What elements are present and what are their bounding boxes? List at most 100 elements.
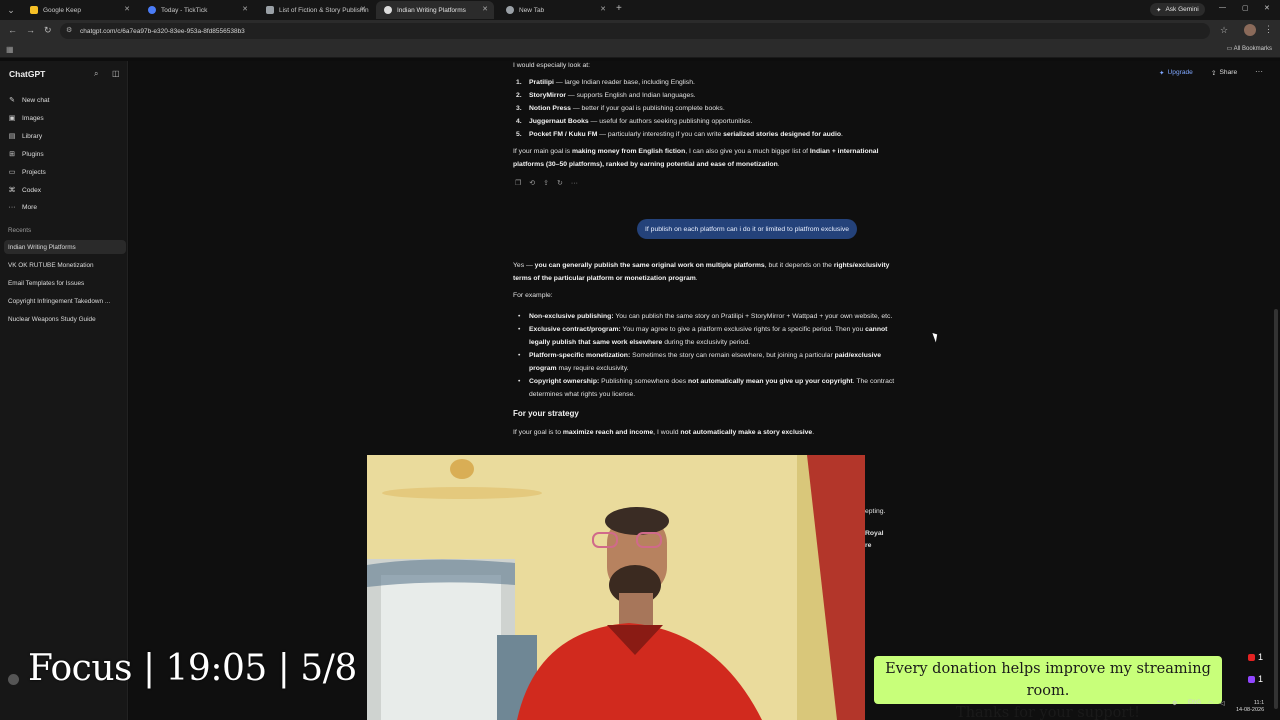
search-icon[interactable]: ⌕ <box>94 69 98 79</box>
back-icon[interactable]: ← <box>8 25 17 35</box>
tab-google-keep[interactable]: Google Keep ✕ <box>22 1 136 19</box>
list-item: Platform-specific monetization: Sometime… <box>513 349 903 375</box>
minimize-icon[interactable]: — <box>1219 4 1226 11</box>
menu-kebab-icon[interactable]: ⋮ <box>1264 24 1273 35</box>
upgrade-button[interactable]: ✦ Upgrade <box>1159 69 1193 77</box>
forward-icon[interactable]: → <box>26 25 35 35</box>
image-icon: ▣ <box>8 115 16 122</box>
platform-name: Juggernaut Books <box>529 118 589 125</box>
focus-timer-overlay: Focus | 19:05 | 5/8 <box>28 648 357 689</box>
platform-desc: — supports English and Indian languages. <box>566 92 696 99</box>
library-icon: ▤ <box>8 133 16 140</box>
text-run: . <box>812 429 815 436</box>
ask-gemini-button[interactable]: ✦ Ask Gemini <box>1150 3 1205 16</box>
bookmarks-bar: ▦ ▭ All Bookmarks <box>0 42 1280 58</box>
volume-icon[interactable]: ◁ <box>1220 700 1225 707</box>
tab-ticktick[interactable]: Today - TickTick ✕ <box>140 1 254 19</box>
new-tab-button[interactable]: + <box>616 3 622 14</box>
dots-icon: ··· <box>8 204 16 211</box>
reload-icon[interactable]: ↻ <box>44 25 52 36</box>
text-emphasis: making money from English fiction <box>571 148 686 155</box>
site-info-icon[interactable]: ⚙ <box>66 26 72 34</box>
avatar[interactable] <box>8 674 19 685</box>
list-number: 1. <box>516 79 522 86</box>
tray-chevron-icon[interactable]: ⌃ <box>1156 700 1161 707</box>
share-label: Share <box>1219 69 1238 76</box>
share-button[interactable]: ⇪ Share <box>1211 69 1237 77</box>
sidebar-item-label: Projects <box>22 168 46 176</box>
platform-list: 1. Pratilipi — large Indian reader base, … <box>513 76 903 141</box>
regenerate-icon[interactable]: ↻ <box>557 177 563 190</box>
recent-chat-item[interactable]: Indian Writing Platforms <box>4 240 126 254</box>
list-number: 2. <box>516 92 522 99</box>
bookmark-star-icon[interactable]: ☆ <box>1220 25 1228 36</box>
close-window-icon[interactable]: ✕ <box>1264 4 1270 12</box>
settings-icon[interactable]: ⚙ <box>1172 700 1177 707</box>
close-icon[interactable]: ✕ <box>360 5 366 13</box>
close-icon[interactable]: ✕ <box>600 5 606 13</box>
maximize-icon[interactable]: ▢ <box>1242 4 1249 12</box>
youtube-counter: 1 <box>1248 652 1263 662</box>
app-title[interactable]: ChatGPT <box>9 69 45 79</box>
webcam-feed <box>367 455 865 720</box>
close-icon[interactable]: ✕ <box>124 5 130 13</box>
copy-icon[interactable]: ❐ <box>515 177 521 190</box>
close-icon[interactable]: ✕ <box>482 5 488 13</box>
codex-icon: ⌘ <box>8 187 16 194</box>
bullet-text: may require exclusivity. <box>556 365 629 372</box>
platform-desc: — particularly interesting if you can wr… <box>597 131 724 138</box>
webcam-image <box>367 455 865 720</box>
share-icon[interactable]: ⇪ <box>543 177 549 190</box>
close-icon[interactable]: ✕ <box>242 5 248 13</box>
recent-chat-item[interactable]: Copyright Infringement Takedown ... <box>4 294 126 308</box>
clock-time: 11:1 <box>1253 700 1265 706</box>
screen: ⌄ Google Keep ✕ Today - TickTick ✕ List … <box>0 0 1280 720</box>
bullet-title: Exclusive contract/program: <box>529 326 621 333</box>
recent-chat-item[interactable]: Nuclear Weapons Study Guide <box>4 312 126 326</box>
sidebar-item-codex[interactable]: ⌘ Codex <box>8 186 42 195</box>
sidebar-item-projects[interactable]: ▭ Projects <box>8 168 46 177</box>
address-bar[interactable]: ⚙ chatgpt.com/c/6a7ea97b-e320-83ee-953a-… <box>60 23 1210 39</box>
recent-chat-item[interactable]: VK OK RUTUBE Monetization <box>4 258 126 272</box>
text-run: . <box>777 161 780 168</box>
text-run: If your main goal is <box>513 148 572 155</box>
recent-chat-item[interactable]: Email Templates for Issues <box>4 276 126 290</box>
scrollbar[interactable] <box>1274 309 1278 709</box>
counter-value: 1 <box>1258 674 1264 684</box>
sidebar-item-plugins[interactable]: ⊞ Plugins <box>8 150 44 159</box>
tab-indian-writing-platforms[interactable]: Indian Writing Platforms ✕ <box>376 1 494 19</box>
keep-icon <box>30 6 38 14</box>
bullet-text: during the exclusivity period. <box>662 339 750 346</box>
branch-icon[interactable]: ⟲ <box>529 177 535 190</box>
text-emphasis: you can generally publish the same origi… <box>534 262 765 269</box>
bullet-emphasis: not automatically mean you give up your … <box>688 378 853 385</box>
apps-grid-icon[interactable]: ▦ <box>6 45 14 54</box>
ask-gemini-label: Ask Gemini <box>1165 6 1199 13</box>
sidebar-item-images[interactable]: ▣ Images <box>8 114 44 123</box>
message-actions: ❐ ⟲ ⇪ ↻ ··· <box>515 177 903 190</box>
sidebar-item-library[interactable]: ▤ Library <box>8 132 42 141</box>
sidebar-item-more[interactable]: ··· More <box>8 204 38 211</box>
sidebar-toggle-icon[interactable]: ◫ <box>112 69 120 78</box>
text-run: , I can also give you a much bigger list… <box>685 148 810 155</box>
text-run: , but it depends on the <box>764 262 834 269</box>
list-item: Non-exclusive publishing: You can publis… <box>513 310 903 323</box>
message-text: I would especially look at: <box>513 62 591 69</box>
platform-emphasis: serialized stories designed for audio <box>723 131 841 138</box>
sidebar-item-label: More <box>22 204 38 211</box>
partial-text: Royal <box>865 530 884 537</box>
tab-strip: ⌄ Google Keep ✕ Today - TickTick ✕ List … <box>0 0 1280 20</box>
system-clock[interactable]: 11:1 14-08-2026 <box>1236 700 1264 714</box>
tab-list-of-fiction[interactable]: List of Fiction & Story Publishin ✕ <box>258 1 372 19</box>
list-item: 4. Juggernaut Books — useful for authors … <box>513 115 903 128</box>
sidebar-item-new-chat[interactable]: ✎ New chat <box>8 96 49 105</box>
wifi-icon[interactable]: ◠ <box>1208 700 1213 707</box>
language-indicator[interactable]: ENG <box>1188 700 1201 706</box>
avatar[interactable] <box>1244 24 1256 36</box>
tab-title: Indian Writing Platforms <box>397 6 466 14</box>
tab-search-icon[interactable]: ⌄ <box>4 3 18 17</box>
all-bookmarks-link[interactable]: ▭ All Bookmarks <box>1227 45 1272 52</box>
tab-new-tab[interactable]: New Tab ✕ <box>498 1 612 19</box>
more-options-icon[interactable]: ··· <box>1255 67 1263 76</box>
more-icon[interactable]: ··· <box>571 177 578 190</box>
